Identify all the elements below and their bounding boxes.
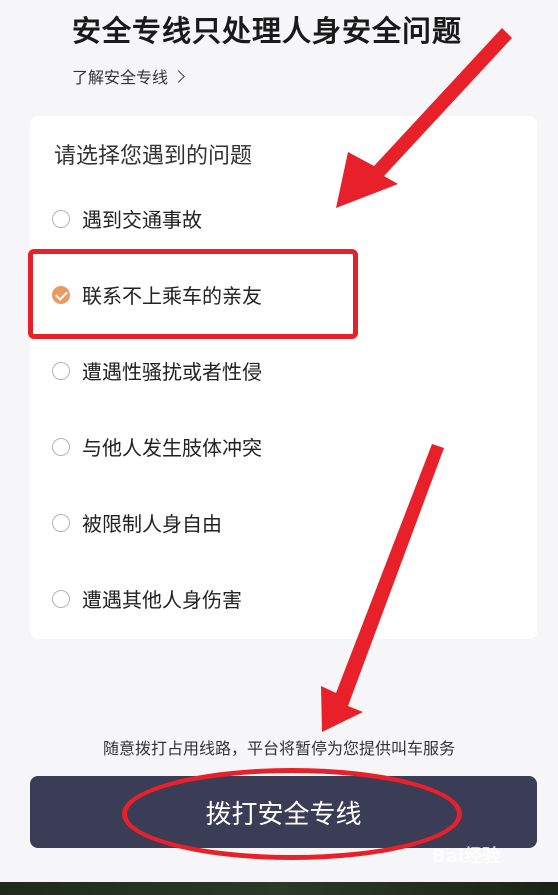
radio-icon — [52, 513, 70, 532]
bottom-strip — [0, 882, 558, 895]
option-restricted-freedom[interactable]: 被限制人身自由 — [52, 508, 222, 537]
watermark-logo: Bai经验 — [432, 846, 501, 867]
chevron-right-icon — [172, 69, 185, 83]
radio-icon — [52, 361, 70, 380]
option-label: 与他人发生肢体冲突 — [82, 436, 262, 460]
radio-icon — [52, 589, 70, 608]
warning-notice: 随意拨打占用线路，平台将暂停为您提供叫车服务 — [102, 739, 455, 758]
learn-more-link[interactable]: 了解安全专线 — [72, 64, 185, 88]
option-label: 被限制人身自由 — [82, 512, 222, 536]
option-label: 遭遇其他人身伤害 — [82, 588, 242, 612]
radio-icon — [52, 209, 70, 228]
radio-icon — [52, 437, 70, 456]
option-label: 遇到交通事故 — [82, 208, 202, 232]
learn-more-label: 了解安全专线 — [72, 68, 169, 87]
option-label: 联系不上乘车的亲友 — [82, 284, 262, 308]
option-label: 遭遇性骚扰或者性侵 — [82, 360, 262, 384]
card-title: 请选择您遇到的问题 — [54, 144, 253, 169]
page-title: 安全专线只处理人身安全问题 — [72, 14, 463, 48]
option-traffic-accident[interactable]: 遇到交通事故 — [52, 204, 202, 233]
option-contact-relatives[interactable]: 联系不上乘车的亲友 — [52, 280, 262, 309]
option-physical-conflict[interactable]: 与他人发生肢体冲突 — [52, 432, 262, 461]
option-other-harm[interactable]: 遭遇其他人身伤害 — [52, 584, 242, 613]
call-safety-line-button[interactable]: 拨打安全专线 — [30, 776, 537, 848]
radio-checked-icon — [52, 285, 70, 304]
problem-card: 请选择您遇到的问题 遇到交通事故 联系不上乘车的亲友 遭遇性骚扰或者性侵 与他人… — [30, 116, 537, 639]
option-harassment[interactable]: 遭遇性骚扰或者性侵 — [52, 356, 262, 385]
